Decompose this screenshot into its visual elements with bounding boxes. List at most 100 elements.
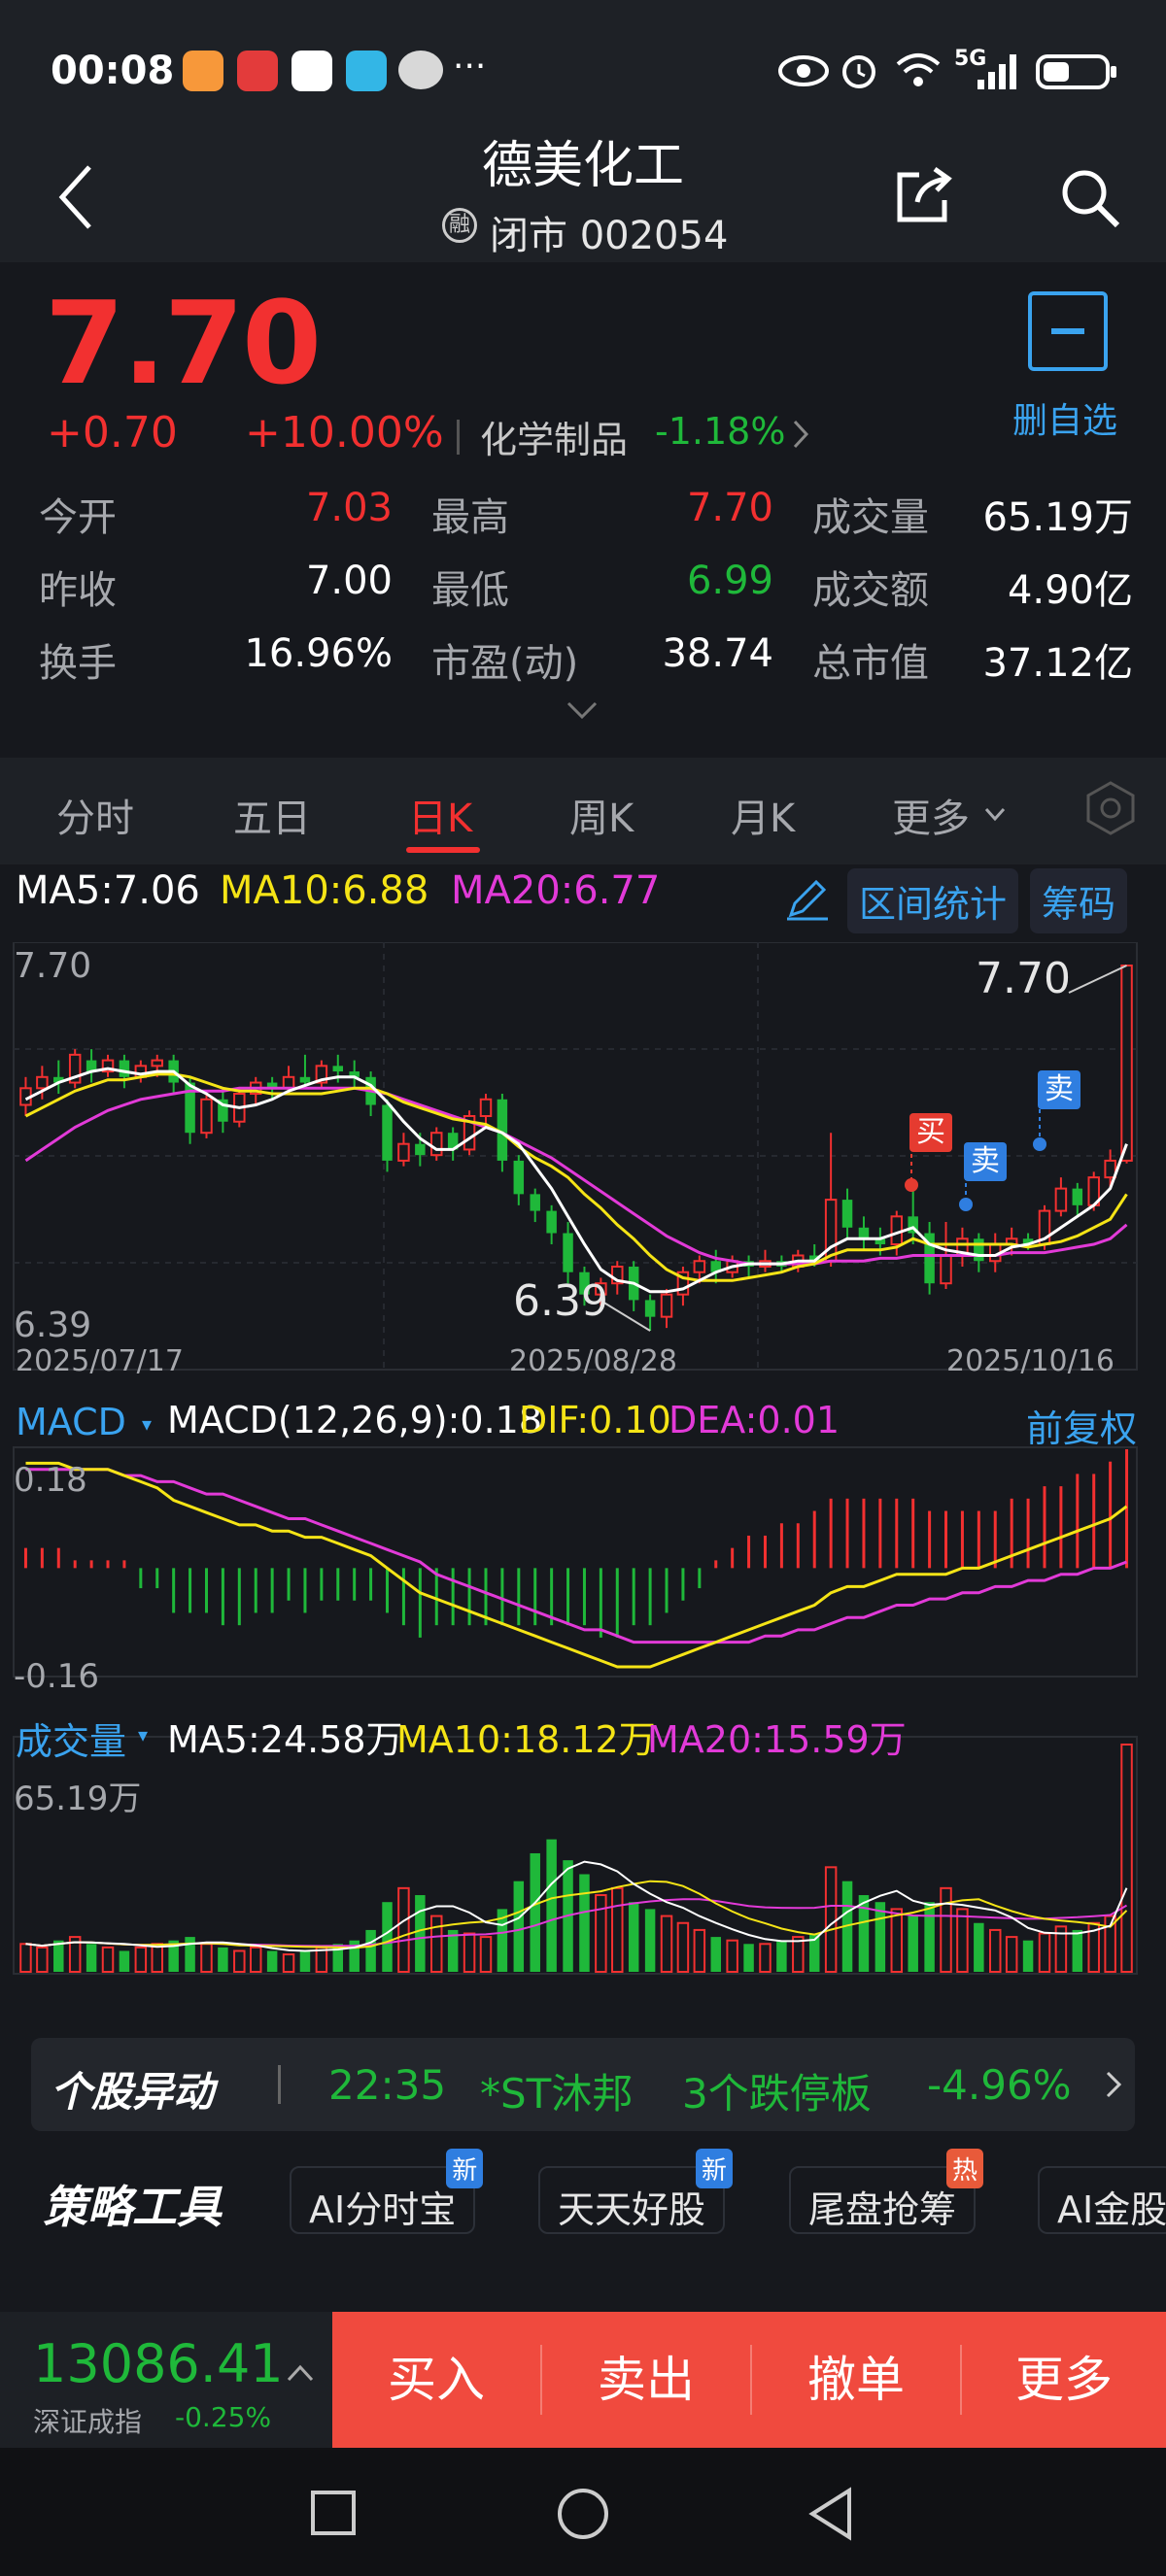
- expand-chevron-icon[interactable]: [566, 699, 599, 721]
- macd-histogram-bar: [829, 1498, 833, 1569]
- home-icon[interactable]: [556, 2487, 610, 2541]
- tool-label: AI金股: [1057, 2188, 1166, 2231]
- volume-bar: [710, 1937, 721, 1972]
- macd-histogram-bar: [434, 1568, 438, 1626]
- more-actions-button[interactable]: 更多: [962, 2312, 1166, 2448]
- share-icon[interactable]: [892, 165, 954, 227]
- tab-five-day[interactable]: 五日: [233, 787, 311, 843]
- volume-bar: [382, 1902, 393, 1972]
- macd-histogram-bar: [418, 1568, 422, 1638]
- macd-histogram-bar: [287, 1568, 291, 1601]
- macd-histogram-bar: [189, 1568, 192, 1613]
- remove-watchlist-label[interactable]: 删自选: [1012, 392, 1117, 443]
- status-time: 00:08: [51, 49, 175, 93]
- stat-value-open: 7.03: [305, 486, 393, 530]
- macd-histogram-bar: [1076, 1474, 1080, 1569]
- sell-button[interactable]: 卖出: [542, 2312, 750, 2448]
- macd-histogram-bar: [122, 1560, 126, 1569]
- back-nav-icon[interactable]: [806, 2487, 855, 2541]
- sector-change[interactable]: -1.18%: [655, 410, 785, 453]
- candle-body: [200, 1098, 213, 1135]
- volume-bar: [266, 1950, 278, 1972]
- tool-close-buying[interactable]: 尾盘抢筹 热: [789, 2149, 984, 2234]
- chips-button[interactable]: 筹码: [1030, 868, 1128, 933]
- macd-histogram-bar: [106, 1560, 110, 1569]
- macd-histogram-bar: [369, 1568, 373, 1601]
- volume-bar: [282, 1953, 295, 1974]
- macd-histogram-bar: [303, 1568, 307, 1613]
- volume-bar: [890, 1908, 904, 1973]
- volume-ma10: MA10:18.12万: [396, 1718, 656, 1761]
- macd-histogram-bar: [517, 1568, 521, 1626]
- tool-ai-gold[interactable]: AI金股: [1038, 2166, 1166, 2234]
- caret-down-icon: ▾: [142, 1412, 153, 1436]
- macd-histogram-bar: [56, 1547, 60, 1569]
- tab-weekly-k[interactable]: 周K: [569, 787, 634, 843]
- volume-bar: [1022, 1940, 1034, 1972]
- tab-intraday[interactable]: 分时: [56, 787, 134, 843]
- index-value: 13086.41: [33, 2333, 284, 2394]
- volume-bar: [200, 1943, 213, 1973]
- stock-alert-ticker[interactable]: 个股异动 22:35 *ST沐邦 3个跌停板 -4.96%: [31, 2038, 1135, 2131]
- volume-bar: [676, 1921, 690, 1973]
- chevron-down-icon: [984, 807, 1006, 822]
- volume-bar: [1038, 1932, 1051, 1974]
- macd-indicator-selector[interactable]: MACD: [16, 1401, 126, 1443]
- macd-histogram-bar: [928, 1510, 932, 1569]
- buy-button[interactable]: 买入: [332, 2312, 540, 2448]
- hexagon-settings-icon[interactable]: [1084, 779, 1137, 837]
- ma5-legend: MA5:7.06: [16, 868, 200, 913]
- macd-histogram-bar: [73, 1560, 77, 1569]
- kline-y-bottom: 6.39: [14, 1305, 92, 1345]
- range-stats-button[interactable]: 区间统计: [847, 868, 1019, 933]
- buy-signal-badge[interactable]: 买: [909, 1113, 952, 1152]
- low-leader-line: [601, 1301, 651, 1332]
- volume-bar: [759, 1943, 772, 1973]
- volume-bar: [185, 1937, 195, 1972]
- minus-icon: [1051, 328, 1084, 334]
- macd-histogram-bar: [779, 1523, 783, 1569]
- macd-histogram-bar: [911, 1498, 915, 1569]
- low-annotation: 6.39: [513, 1276, 608, 1326]
- alert-event: 3个跌停板: [682, 2070, 872, 2118]
- macd-histogram-bar: [960, 1510, 964, 1569]
- stat-label: 今开: [39, 495, 117, 540]
- volume-bar: [119, 1950, 130, 1972]
- candle-body: [151, 1059, 163, 1068]
- volume-bar: [792, 1936, 805, 1974]
- tab-more[interactable]: 更多: [892, 787, 970, 843]
- volume-bar: [824, 1866, 838, 1973]
- cancel-order-button[interactable]: 撤单: [752, 2312, 960, 2448]
- search-icon[interactable]: [1059, 167, 1121, 229]
- remove-watchlist-button[interactable]: [1028, 291, 1108, 371]
- macd-histogram-bar: [451, 1568, 455, 1626]
- chart-area: MA5:7.06 MA10:6.88 MA20:6.77 区间统计 筹码 7.7…: [0, 864, 1166, 2011]
- macd-histogram-bar: [632, 1568, 635, 1626]
- sell-signal-badge[interactable]: 卖: [964, 1142, 1007, 1181]
- sell-signal-badge[interactable]: 卖: [1038, 1070, 1080, 1109]
- margin-badge: 融: [442, 208, 477, 243]
- index-ticker[interactable]: 13086.41 深证成指 -0.25%: [0, 2312, 332, 2448]
- volume-bar: [908, 1915, 918, 1972]
- macd-histogram-bar: [237, 1568, 241, 1626]
- volume-bar: [479, 1936, 493, 1974]
- kline-chart[interactable]: [0, 942, 1166, 2011]
- volume-indicator-selector[interactable]: 成交量: [16, 1712, 126, 1765]
- volume-bar: [611, 1886, 624, 1973]
- tab-monthly-k[interactable]: 月K: [731, 787, 795, 843]
- book-icon: [346, 51, 387, 91]
- app-icon-1111: [237, 51, 278, 91]
- sector-name[interactable]: 化学制品: [480, 410, 628, 463]
- volume-bar: [36, 1946, 49, 1973]
- tool-label: 天天好股: [558, 2188, 706, 2231]
- pencil-icon[interactable]: [783, 874, 832, 923]
- tool-ai-intraday[interactable]: AI分时宝 新: [290, 2149, 484, 2234]
- macd-histogram-bar: [204, 1568, 208, 1613]
- date-label-start: 2025/07/17: [16, 1344, 184, 1378]
- price-adjust-button[interactable]: 前复权: [1026, 1399, 1137, 1452]
- tool-daily-picks[interactable]: 天天好股 新: [538, 2149, 734, 2234]
- macd-histogram-bar: [1043, 1486, 1046, 1569]
- recent-apps-icon[interactable]: [309, 2489, 358, 2537]
- stat-label: 成交额: [812, 568, 929, 613]
- tab-daily-k[interactable]: 日K: [408, 787, 472, 843]
